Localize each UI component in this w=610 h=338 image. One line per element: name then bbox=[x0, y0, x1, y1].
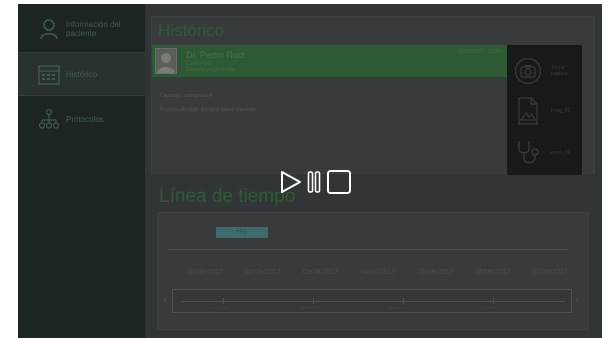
scroll-left-icon[interactable]: ‹ bbox=[164, 297, 166, 304]
image-file-icon bbox=[513, 96, 543, 126]
note-line: Posición decúbito decúbito lateral izqui… bbox=[160, 107, 257, 113]
action-stethoscope[interactable]: estet_01 bbox=[507, 135, 582, 171]
main-content: Histórico Dr. Pedro Ruiz Cardiología Con… bbox=[145, 4, 602, 338]
timeline-panel: Hoy 01/08/2017 02/08/2017 03/08/2017 04/… bbox=[157, 212, 589, 330]
camera-icon bbox=[513, 56, 543, 86]
action-capture[interactable]: Tomar captura bbox=[507, 53, 582, 89]
timeline-axis bbox=[168, 249, 568, 250]
timeline-date[interactable]: 06/08/2017 bbox=[475, 269, 510, 276]
note-line: Caprices / radiografía A bbox=[160, 93, 213, 99]
pause-icon[interactable] bbox=[307, 170, 321, 199]
avatar bbox=[155, 48, 177, 74]
historico-panel: Histórico Dr. Pedro Ruiz Cardiología Con… bbox=[151, 16, 595, 175]
timeline-date[interactable]: 03/08/2017 bbox=[303, 269, 338, 276]
patient-name: Dr. Pedro Ruiz bbox=[186, 50, 245, 60]
scrubber-line bbox=[181, 301, 565, 302]
user-icon bbox=[38, 18, 60, 40]
scrubber-label: 05/08/2017 bbox=[389, 305, 410, 310]
calendar-icon bbox=[38, 63, 60, 85]
patient-header[interactable]: Dr. Pedro Ruiz Cardiología Consulta prog… bbox=[152, 45, 507, 77]
action-image-file[interactable]: Imag_02 bbox=[507, 93, 582, 129]
scrubber-label: 03/08/2017 bbox=[299, 305, 320, 310]
sidebar: Información del paciente Histórico Proto… bbox=[18, 4, 145, 338]
stethoscope-icon bbox=[513, 138, 543, 168]
sidebar-item-label: Información del paciente bbox=[66, 20, 121, 38]
hierarchy-icon bbox=[38, 108, 60, 130]
patient-visit-type: Consulta programada bbox=[186, 67, 235, 73]
timeline-dates: 01/08/2017 02/08/2017 03/08/2017 04/08/2… bbox=[188, 269, 568, 276]
actions-panel: Tomar captura Imag_02 estet_01 bbox=[507, 45, 582, 175]
timeline-date[interactable]: 07/08/2017 bbox=[533, 269, 568, 276]
action-label: estet_01 bbox=[551, 150, 571, 156]
app-window: Información del paciente Histórico Proto… bbox=[18, 4, 602, 338]
sidebar-item-label: Protocolos bbox=[66, 114, 104, 124]
scrubber-tick bbox=[493, 298, 494, 304]
scrubber-label: 07/08/2017 bbox=[479, 305, 500, 310]
scrubber-label: 01/08/2017 bbox=[209, 305, 230, 310]
sidebar-item-patient-info[interactable]: Información del paciente bbox=[18, 12, 145, 46]
timeline-date[interactable]: 04/08/2017 bbox=[360, 269, 395, 276]
scrubber-tick bbox=[403, 298, 404, 304]
timeline-title: Línea de tiempo bbox=[159, 186, 296, 207]
action-label: Imag_02 bbox=[551, 108, 571, 114]
timeline-date[interactable]: 02/08/2017 bbox=[245, 269, 280, 276]
timeline-scrubber[interactable]: 01/08/2017 03/08/2017 05/08/2017 07/08/2… bbox=[172, 289, 572, 313]
page-title: Histórico bbox=[158, 21, 225, 40]
play-icon[interactable] bbox=[280, 170, 302, 199]
timeline-date[interactable]: 05/08/2017 bbox=[418, 269, 453, 276]
player-controls bbox=[280, 169, 352, 200]
scrubber-tick bbox=[223, 298, 224, 304]
scroll-right-icon[interactable]: › bbox=[576, 297, 578, 304]
action-label: Tomar captura bbox=[551, 65, 568, 77]
sidebar-item-historico[interactable]: Histórico bbox=[18, 52, 145, 96]
timeline-date[interactable]: 01/08/2017 bbox=[188, 269, 223, 276]
sidebar-item-protocolos[interactable]: Protocolos bbox=[18, 104, 145, 134]
sidebar-item-label: Histórico bbox=[66, 69, 98, 79]
scrubber-tick bbox=[313, 298, 314, 304]
today-tag[interactable]: Hoy bbox=[216, 227, 268, 238]
patient-date: 01/08/2017 - 12:30h bbox=[458, 49, 503, 55]
stop-icon[interactable] bbox=[326, 169, 352, 200]
